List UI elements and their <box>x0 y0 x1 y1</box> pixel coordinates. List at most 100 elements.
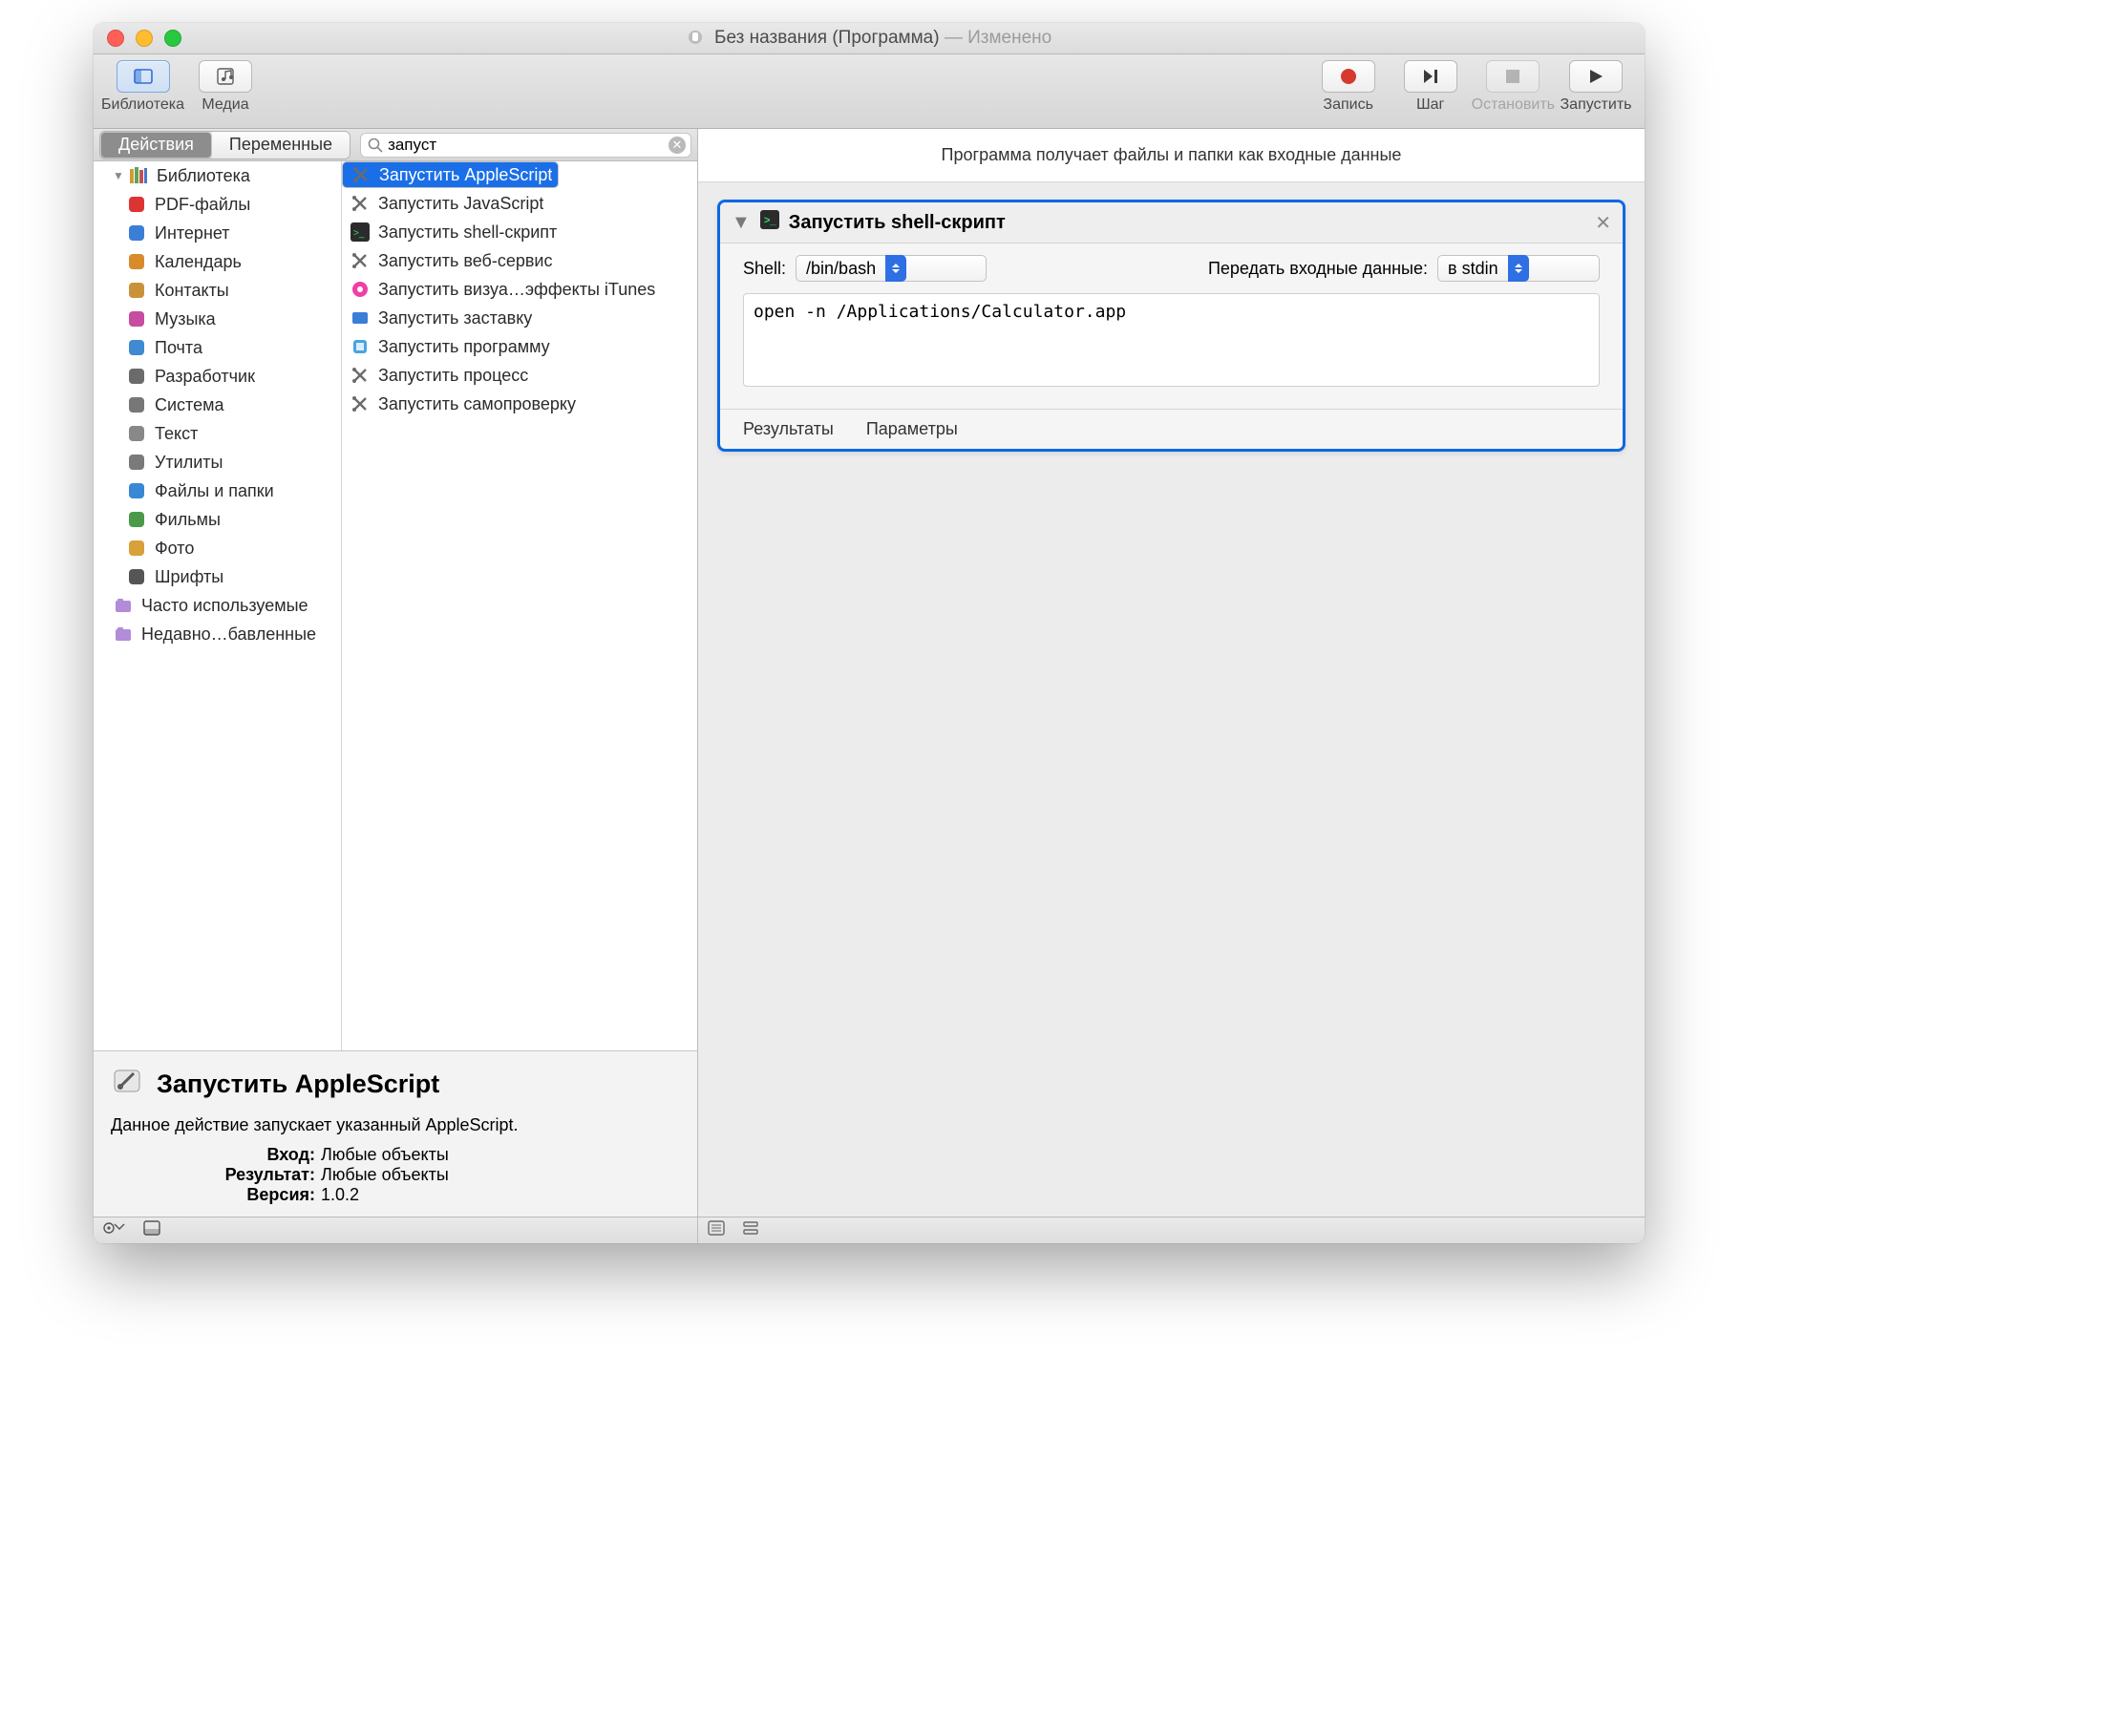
category-item[interactable]: Разработчик <box>94 362 341 391</box>
action-item[interactable]: Запустить процесс <box>342 361 697 390</box>
category-item[interactable]: Утилиты <box>94 448 341 476</box>
action-label: Запустить shell-скрипт <box>378 222 557 243</box>
category-label: Текст <box>155 424 198 444</box>
category-item[interactable]: Фото <box>94 534 341 562</box>
search-input[interactable] <box>360 133 691 158</box>
category-icon <box>126 194 147 215</box>
category-item[interactable]: Файлы и папки <box>94 476 341 505</box>
action-item[interactable]: Запустить заставку <box>342 304 697 332</box>
action-label: Запустить визуа…эффекты iTunes <box>378 280 655 300</box>
category-item[interactable]: Интернет <box>94 219 341 247</box>
category-list[interactable]: ▼ Библиотека PDF-файлыИнтернетКалендарь К… <box>94 161 342 1050</box>
close-window-button[interactable] <box>107 30 124 47</box>
zoom-window-button[interactable] <box>164 30 181 47</box>
category-label: Почта <box>155 338 202 358</box>
category-item[interactable]: Музыка <box>94 305 341 333</box>
action-item[interactable]: Запустить AppleScript <box>342 161 559 188</box>
workflow-intro-text: Программа получает файлы и папки как вхо… <box>942 145 1402 165</box>
stop-button[interactable]: Остановить <box>1472 60 1555 114</box>
script-textarea[interactable] <box>743 293 1600 387</box>
library-pane: Действия Переменные ✕ ▼ Библиотека PDF <box>94 129 698 1243</box>
action-item[interactable]: Запустить веб-сервис <box>342 246 697 275</box>
hide-detail-button[interactable] <box>143 1220 160 1240</box>
category-item[interactable]: Текст <box>94 419 341 448</box>
category-icon <box>126 566 147 587</box>
shell-select[interactable]: /bin/bash <box>796 255 987 282</box>
category-item[interactable]: Система <box>94 391 341 419</box>
action-icon <box>350 250 371 271</box>
remove-action-button[interactable]: ✕ <box>1595 211 1611 235</box>
action-icon: >_ <box>350 222 371 243</box>
disclosure-down-icon[interactable]: ▼ <box>732 212 751 234</box>
smart-folder-item[interactable]: Недавно…бавленные <box>94 620 341 648</box>
tab-variables[interactable]: Переменные <box>212 132 350 159</box>
action-label: Запустить AppleScript <box>379 165 552 185</box>
right-footer <box>698 1217 1645 1243</box>
step-label: Шаг <box>1416 96 1444 114</box>
category-icon <box>126 509 147 530</box>
action-item[interactable]: Запустить программу <box>342 332 697 361</box>
category-icon <box>126 280 147 301</box>
library-label: Библиотека <box>101 96 184 114</box>
detail-result-value: Любые объекты <box>321 1165 449 1184</box>
smart-folder-item[interactable]: Часто используемые <box>94 591 341 620</box>
action-item[interactable]: Запустить визуа…эффекты iTunes <box>342 275 697 304</box>
detail-version-value: 1.0.2 <box>321 1185 359 1204</box>
smart-folder-label: Недавно…бавленные <box>141 625 316 645</box>
log-view-button[interactable] <box>708 1220 725 1240</box>
title-sep: — <box>940 28 968 48</box>
action-icon <box>350 164 372 185</box>
action-item[interactable]: Запустить JavaScript <box>342 189 697 218</box>
workflow-view-button[interactable] <box>742 1220 759 1240</box>
category-label: Музыка <box>155 309 216 329</box>
action-footer: Результаты Параметры <box>720 409 1623 449</box>
category-icon <box>126 337 147 358</box>
run-button[interactable]: Запустить <box>1555 60 1637 114</box>
tab-params[interactable]: Параметры <box>866 419 958 439</box>
category-label: Контакты <box>155 281 229 301</box>
action-label: Запустить самопроверку <box>378 394 576 414</box>
search-clear-button[interactable]: ✕ <box>669 137 686 154</box>
record-icon <box>1341 69 1356 84</box>
library-books-icon <box>128 165 149 186</box>
pass-input-select[interactable]: в stdin <box>1437 255 1600 282</box>
title-text: Без названия (Программа) <box>714 28 940 48</box>
shell-select-value: /bin/bash <box>796 259 885 279</box>
app-window: Без названия (Программа) — Изменено Библ… <box>94 23 1645 1243</box>
category-item[interactable]: Шрифты <box>94 562 341 591</box>
library-button[interactable]: Библиотека <box>101 60 184 114</box>
workflow-canvas[interactable]: ▼ >_ Запустить shell-скрипт ✕ Shell: /bi… <box>698 182 1645 1217</box>
library-root[interactable]: ▼ Библиотека <box>94 161 341 190</box>
category-item[interactable]: Контакты <box>94 276 341 305</box>
disclosure-down-icon[interactable]: ▼ <box>113 169 126 182</box>
action-list[interactable]: Запустить AppleScript Запустить JavaScrip… <box>342 161 697 1050</box>
workflow-intro: Программа получает файлы и папки как вхо… <box>698 129 1645 182</box>
tab-actions[interactable]: Действия <box>100 132 212 159</box>
action-detail-pane: Запустить AppleScript Данное действие за… <box>94 1050 697 1217</box>
category-item[interactable]: Фильмы <box>94 505 341 534</box>
library-tab-bar: Действия Переменные ✕ <box>94 129 697 161</box>
library-root-label: Библиотека <box>157 166 250 186</box>
minimize-window-button[interactable] <box>136 30 153 47</box>
svg-text:>_: >_ <box>764 215 776 226</box>
step-button[interactable]: Шаг <box>1390 60 1472 114</box>
window-controls <box>107 30 181 47</box>
detail-input-value: Любые объекты <box>321 1145 449 1164</box>
media-icon <box>216 67 235 86</box>
category-item[interactable]: Почта <box>94 333 341 362</box>
action-label: Запустить программу <box>378 337 550 357</box>
media-button[interactable]: Медиа <box>184 60 266 114</box>
category-label: Файлы и папки <box>155 481 274 501</box>
category-label: Фильмы <box>155 510 221 530</box>
action-header[interactable]: ▼ >_ Запустить shell-скрипт ✕ <box>720 202 1623 243</box>
record-label: Запись <box>1323 96 1373 114</box>
category-item[interactable]: PDF-файлы <box>94 190 341 219</box>
gear-menu-button[interactable] <box>101 1220 130 1240</box>
action-item[interactable]: Запустить самопроверку <box>342 390 697 418</box>
record-button[interactable]: Запись <box>1307 60 1390 114</box>
category-item[interactable]: Календарь <box>94 247 341 276</box>
category-icon <box>126 308 147 329</box>
stop-icon <box>1506 70 1519 83</box>
tab-results[interactable]: Результаты <box>743 419 834 439</box>
action-item[interactable]: >_ Запустить shell-скрипт <box>342 218 697 246</box>
